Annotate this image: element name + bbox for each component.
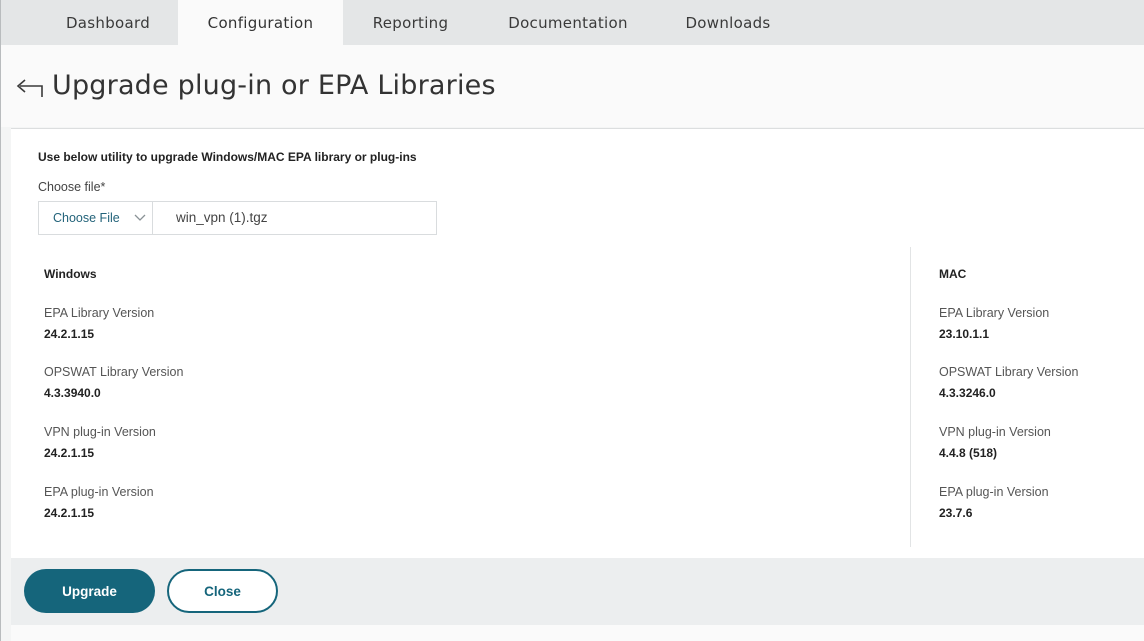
mac-epa-plugin-label: EPA plug-in Version [939, 485, 1049, 499]
file-picker: Choose File win_vpn (1).tgz [38, 201, 437, 235]
close-button[interactable]: Close [167, 569, 278, 613]
top-navigation: Dashboard Configuration Reporting Docume… [1, 0, 1144, 45]
windows-vpn-plugin-label: VPN plug-in Version [44, 425, 156, 439]
windows-vpn-plugin-value: 24.2.1.15 [44, 446, 95, 460]
windows-epa-library-label: EPA Library Version [44, 306, 155, 320]
chevron-down-icon [134, 214, 146, 221]
choose-file-button[interactable]: Choose File [39, 202, 153, 234]
column-divider [910, 247, 911, 547]
intro-text: Use below utility to upgrade Windows/MAC… [38, 150, 417, 164]
mac-opswat-library-value: 4.3.3246.0 [939, 386, 996, 400]
app-frame: Dashboard Configuration Reporting Docume… [0, 0, 1144, 641]
page-title: Upgrade plug-in or EPA Libraries [52, 70, 496, 101]
tab-dashboard[interactable]: Dashboard [38, 0, 178, 45]
action-footer: Upgrade Close [11, 558, 1144, 625]
tab-documentation[interactable]: Documentation [478, 0, 658, 45]
mac-epa-library-value: 23.10.1.1 [939, 327, 990, 341]
tab-reporting[interactable]: Reporting [343, 0, 478, 45]
windows-opswat-library-value: 4.3.3940.0 [44, 386, 101, 400]
upgrade-panel: Use below utility to upgrade Windows/MAC… [11, 128, 1144, 558]
selected-file-name: win_vpn (1).tgz [176, 210, 268, 225]
mac-opswat-library-label: OPSWAT Library Version [939, 365, 1079, 379]
windows-section-title: Windows [44, 267, 97, 281]
choose-file-label: Choose file* [38, 180, 106, 194]
tab-configuration[interactable]: Configuration [178, 0, 343, 45]
mac-vpn-plugin-label: VPN plug-in Version [939, 425, 1051, 439]
mac-epa-library-label: EPA Library Version [939, 306, 1050, 320]
mac-vpn-plugin-value: 4.4.8 (518) [939, 446, 998, 460]
mac-section-title: MAC [939, 267, 967, 281]
windows-epa-library-value: 24.2.1.15 [44, 327, 95, 341]
mac-epa-plugin-value: 23.7.6 [939, 506, 973, 520]
choose-file-button-label: Choose File [53, 211, 120, 225]
windows-epa-plugin-label: EPA plug-in Version [44, 485, 154, 499]
windows-epa-plugin-value: 24.2.1.15 [44, 506, 95, 520]
bottom-spacer [11, 625, 1144, 641]
back-arrow-icon[interactable] [12, 77, 46, 101]
upgrade-button[interactable]: Upgrade [24, 569, 155, 613]
windows-opswat-library-label: OPSWAT Library Version [44, 365, 184, 379]
tab-downloads[interactable]: Downloads [658, 0, 798, 45]
